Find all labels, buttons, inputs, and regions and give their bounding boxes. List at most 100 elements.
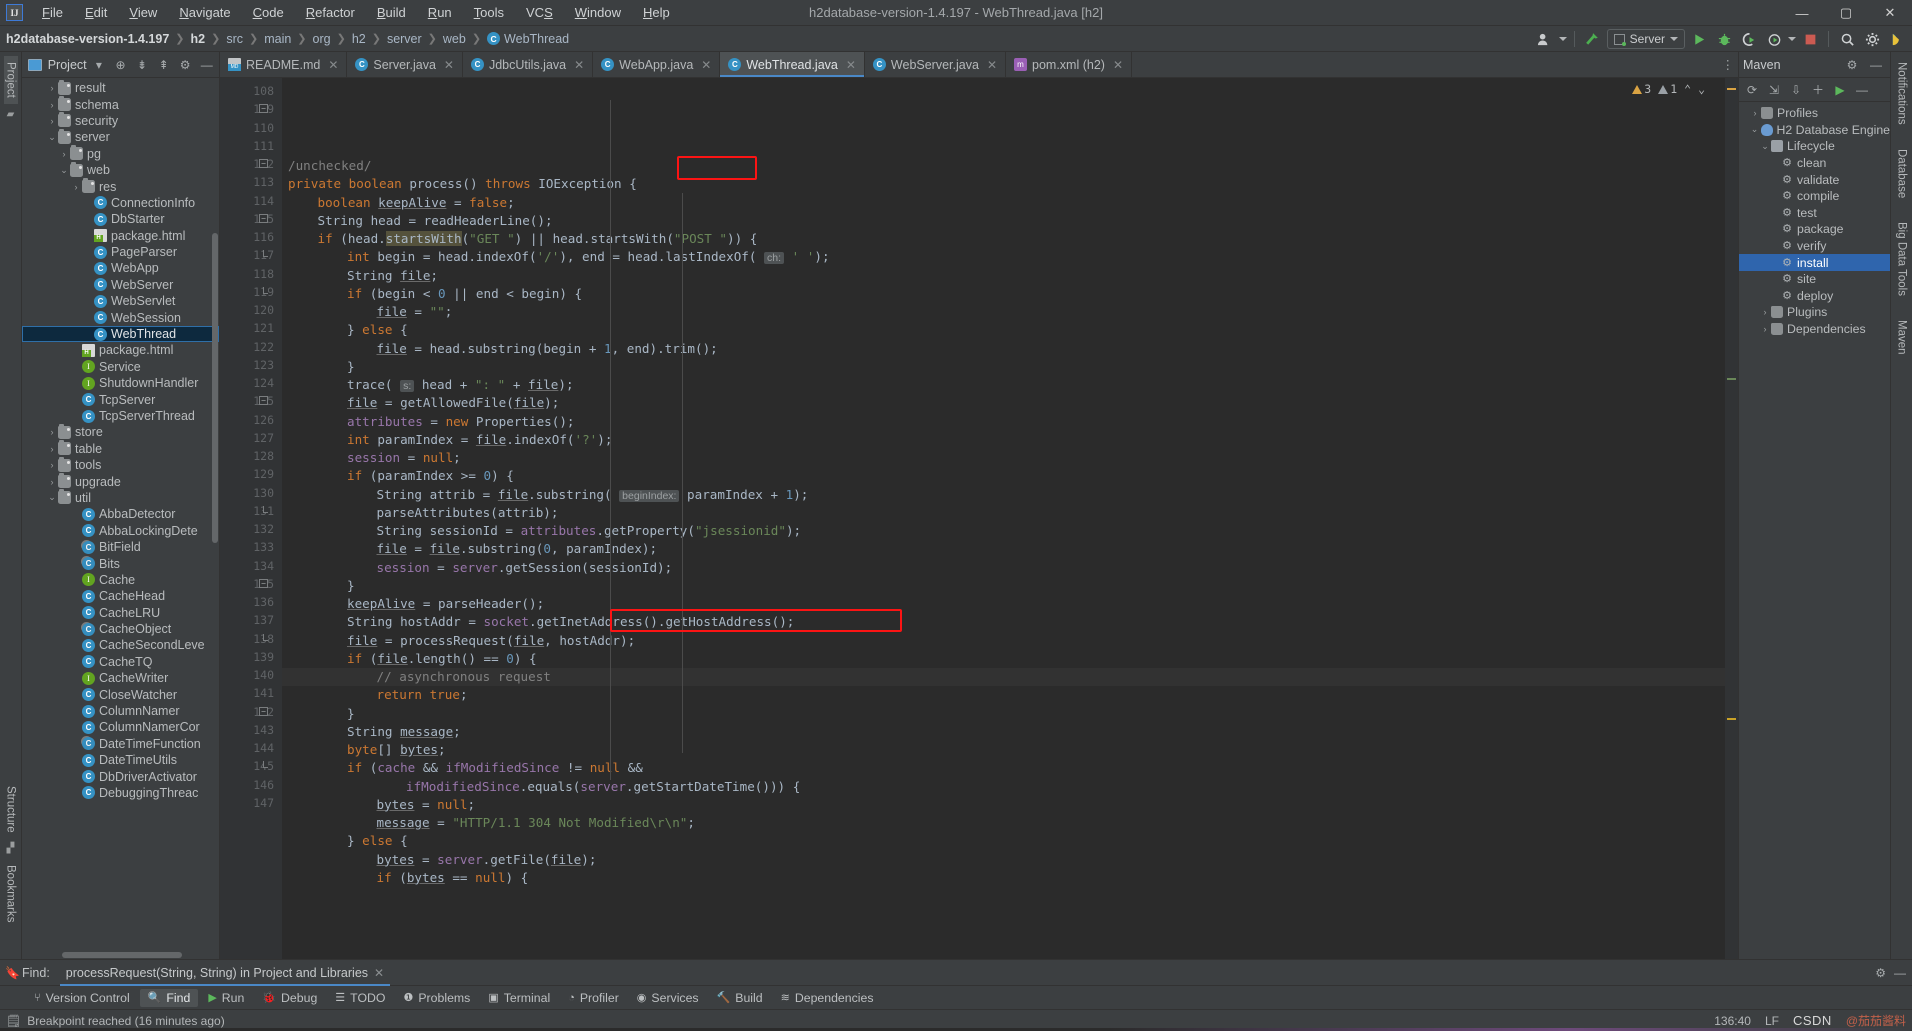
code-fold-icon[interactable]: −	[259, 706, 268, 716]
code-line[interactable]: file = "";	[282, 303, 1725, 321]
code-line[interactable]: bytes = null;	[282, 796, 1725, 814]
code-line[interactable]: }	[282, 705, 1725, 723]
project-vertical-scrollbar[interactable]	[212, 233, 218, 543]
code-line[interactable]: session = null;	[282, 449, 1725, 467]
chevron-right-icon[interactable]: ›	[46, 444, 58, 454]
warning-badge[interactable]: 3	[1632, 82, 1651, 96]
code-line[interactable]: byte[] bytes;	[282, 741, 1725, 759]
code-line[interactable]: } else {	[282, 832, 1725, 850]
code-line[interactable]: file = file.substring(0, paramIndex);	[282, 540, 1725, 558]
chevron-right-icon[interactable]: ›	[46, 116, 58, 126]
code-line[interactable]: int begin = head.indexOf('/'), end = hea…	[282, 248, 1725, 266]
code-line[interactable]: }	[282, 358, 1725, 376]
project-tree-row[interactable]: C DateTimeUtils	[22, 752, 219, 768]
rail-bookmarks[interactable]: Bookmarks	[4, 859, 18, 929]
close-tab-icon[interactable]: ✕	[444, 58, 454, 72]
project-tree-row[interactable]: C ConnectionInfo	[22, 195, 219, 211]
line-number[interactable]: 109	[220, 100, 282, 118]
code-fold-icon[interactable]: −	[259, 104, 268, 114]
maven-run-icon[interactable]: ▶	[1830, 80, 1850, 100]
run-icon[interactable]	[1688, 28, 1710, 50]
maven-settings-icon[interactable]: ⚙	[1842, 55, 1862, 75]
reload-icon[interactable]: ⟳	[1742, 80, 1762, 100]
chevron-right-icon[interactable]: ›	[46, 427, 58, 437]
project-tree-row[interactable]: › res	[22, 178, 219, 194]
project-tree-row[interactable]: C ColumnNamer	[22, 703, 219, 719]
code-line[interactable]: return true;	[282, 686, 1725, 704]
project-tree-row[interactable]: C PageParser	[22, 244, 219, 260]
project-tree-row[interactable]: C CloseWatcher	[22, 686, 219, 702]
code-line[interactable]: file = processRequest(file, hostAddr);	[282, 632, 1725, 650]
line-number[interactable]: 136	[220, 593, 282, 611]
project-tree-row[interactable]: C CacheObject	[22, 621, 219, 637]
editor-tab[interactable]: C WebThread.java ✕	[720, 52, 865, 77]
code-line[interactable]: String attrib = file.substring( beginInd…	[282, 486, 1725, 504]
line-number[interactable]: 143	[220, 721, 282, 739]
code-line[interactable]: if (file.length() == 0) {	[282, 650, 1725, 668]
code-line[interactable]: trace( s: head + ": " + file);	[282, 376, 1725, 394]
code-fold-icon[interactable]	[263, 286, 268, 294]
code-line[interactable]: // asynchronous request	[282, 668, 1725, 687]
tool-window-button-dependencies[interactable]: ≋ Dependencies	[773, 989, 882, 1007]
project-horizontal-scrollbar[interactable]	[62, 952, 182, 958]
settings-icon[interactable]: ⚙	[176, 55, 195, 74]
line-number[interactable]: 132	[220, 520, 282, 538]
search-everywhere-icon[interactable]	[1836, 28, 1858, 50]
menu-refactor[interactable]: Refactor	[295, 2, 366, 23]
chevron-down-icon[interactable]: ⌄	[1749, 124, 1761, 135]
line-number[interactable]: 129	[220, 465, 282, 483]
breadcrumb-org[interactable]: org	[313, 32, 331, 46]
breadcrumb-module[interactable]: h2	[191, 32, 206, 46]
line-number[interactable]: 144	[220, 739, 282, 757]
project-tree-row[interactable]: C BitField	[22, 539, 219, 555]
line-number[interactable]: 114	[220, 192, 282, 210]
user-menu-caret-icon[interactable]	[1558, 37, 1567, 41]
line-number[interactable]: 128	[220, 447, 282, 465]
menu-tools[interactable]: Tools	[463, 2, 515, 23]
code-line[interactable]: private boolean process() throws IOExcep…	[282, 175, 1725, 193]
breadcrumb-main[interactable]: main	[264, 32, 291, 46]
code-fold-icon[interactable]	[263, 250, 268, 258]
close-icon[interactable]: ✕	[374, 966, 384, 980]
line-separator[interactable]: LF	[1765, 1014, 1779, 1028]
project-tree-row[interactable]: C CacheTQ	[22, 654, 219, 670]
profile-caret-icon[interactable]	[1788, 37, 1796, 41]
line-number[interactable]: 110	[220, 119, 282, 137]
project-tree-row[interactable]: C AbbaDetector	[22, 506, 219, 522]
hide-panel-icon[interactable]: —	[197, 55, 216, 74]
line-number[interactable]: 137	[220, 611, 282, 629]
project-tree-row[interactable]: C WebServer	[22, 277, 219, 293]
maven-tree-row[interactable]: ⚙ package	[1739, 221, 1890, 238]
editor-tab[interactable]: README.md ✕	[220, 52, 348, 77]
maven-tree-row[interactable]: › Dependencies	[1739, 321, 1890, 338]
menu-code[interactable]: Code	[242, 2, 295, 23]
project-tree-row[interactable]: C DateTimeFunction	[22, 736, 219, 752]
line-number[interactable]: 122	[220, 338, 282, 356]
download-sources-icon[interactable]: ⇩	[1786, 80, 1806, 100]
error-stripe[interactable]	[1725, 78, 1738, 959]
rail-notifications[interactable]: Notifications	[1895, 56, 1909, 131]
maven-tree-row[interactable]: ⚙ validate	[1739, 171, 1890, 188]
code-line[interactable]: String file;	[282, 267, 1725, 285]
maven-tree-row[interactable]: › Plugins	[1739, 304, 1890, 321]
chevron-right-icon[interactable]: ›	[46, 100, 58, 110]
editor-tab[interactable]: C WebServer.java ✕	[865, 52, 1006, 77]
menu-view[interactable]: View	[118, 2, 168, 23]
close-tab-icon[interactable]: ✕	[1113, 58, 1123, 72]
chevron-right-icon[interactable]: ›	[58, 149, 70, 159]
rail-database[interactable]: Database	[1895, 143, 1909, 204]
project-tree-row[interactable]: C TcpServerThread	[22, 408, 219, 424]
expand-all-icon[interactable]: ⇟	[133, 55, 152, 74]
project-tree-row[interactable]: C DebuggingThreac	[22, 785, 219, 801]
window-controls[interactable]: — ▢ ✕	[1780, 0, 1912, 26]
rail-structure[interactable]: Structure	[4, 780, 18, 839]
line-number[interactable]: 134	[220, 557, 282, 575]
maximize-button[interactable]: ▢	[1824, 0, 1868, 26]
breadcrumb-project[interactable]: h2database-version-1.4.197	[6, 32, 169, 46]
tool-window-button-version-control[interactable]: ⑂ Version Control	[26, 989, 138, 1007]
breadcrumb-src[interactable]: src	[226, 32, 243, 46]
project-tree-row[interactable]: › upgrade	[22, 473, 219, 489]
menu-help[interactable]: Help	[632, 2, 681, 23]
project-tree-row[interactable]: C ColumnNamerCor	[22, 719, 219, 735]
source-code[interactable]: 3 1 ⌃ ⌄ /unchecked/private boolean proce…	[282, 78, 1725, 959]
